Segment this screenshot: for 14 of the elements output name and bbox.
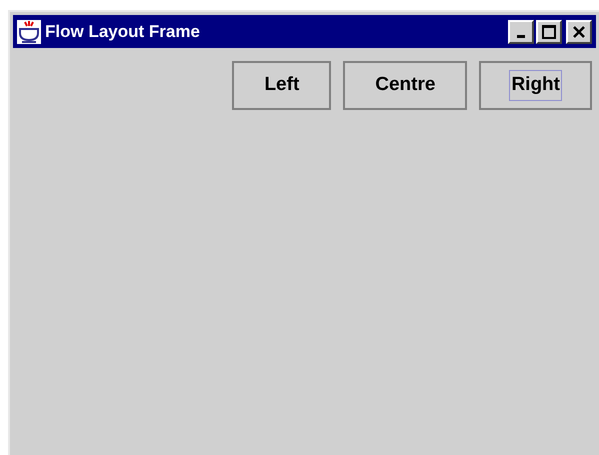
- flow-button[interactable]: Left: [232, 61, 332, 110]
- cup-icon: [17, 20, 41, 44]
- button-label: Left: [263, 73, 300, 98]
- minimize-button[interactable]: [508, 20, 534, 44]
- button-label: Right: [509, 70, 562, 101]
- minimize-icon: [517, 34, 525, 38]
- flow-button[interactable]: Centre: [343, 61, 468, 110]
- close-button[interactable]: [566, 20, 592, 44]
- button-label: Centre: [374, 73, 436, 98]
- close-icon: [573, 26, 585, 38]
- maximize-button[interactable]: [536, 20, 562, 44]
- window-title: Flow Layout Frame: [45, 20, 201, 43]
- maximize-icon: [542, 24, 556, 38]
- flow-button[interactable]: Right: [479, 61, 592, 110]
